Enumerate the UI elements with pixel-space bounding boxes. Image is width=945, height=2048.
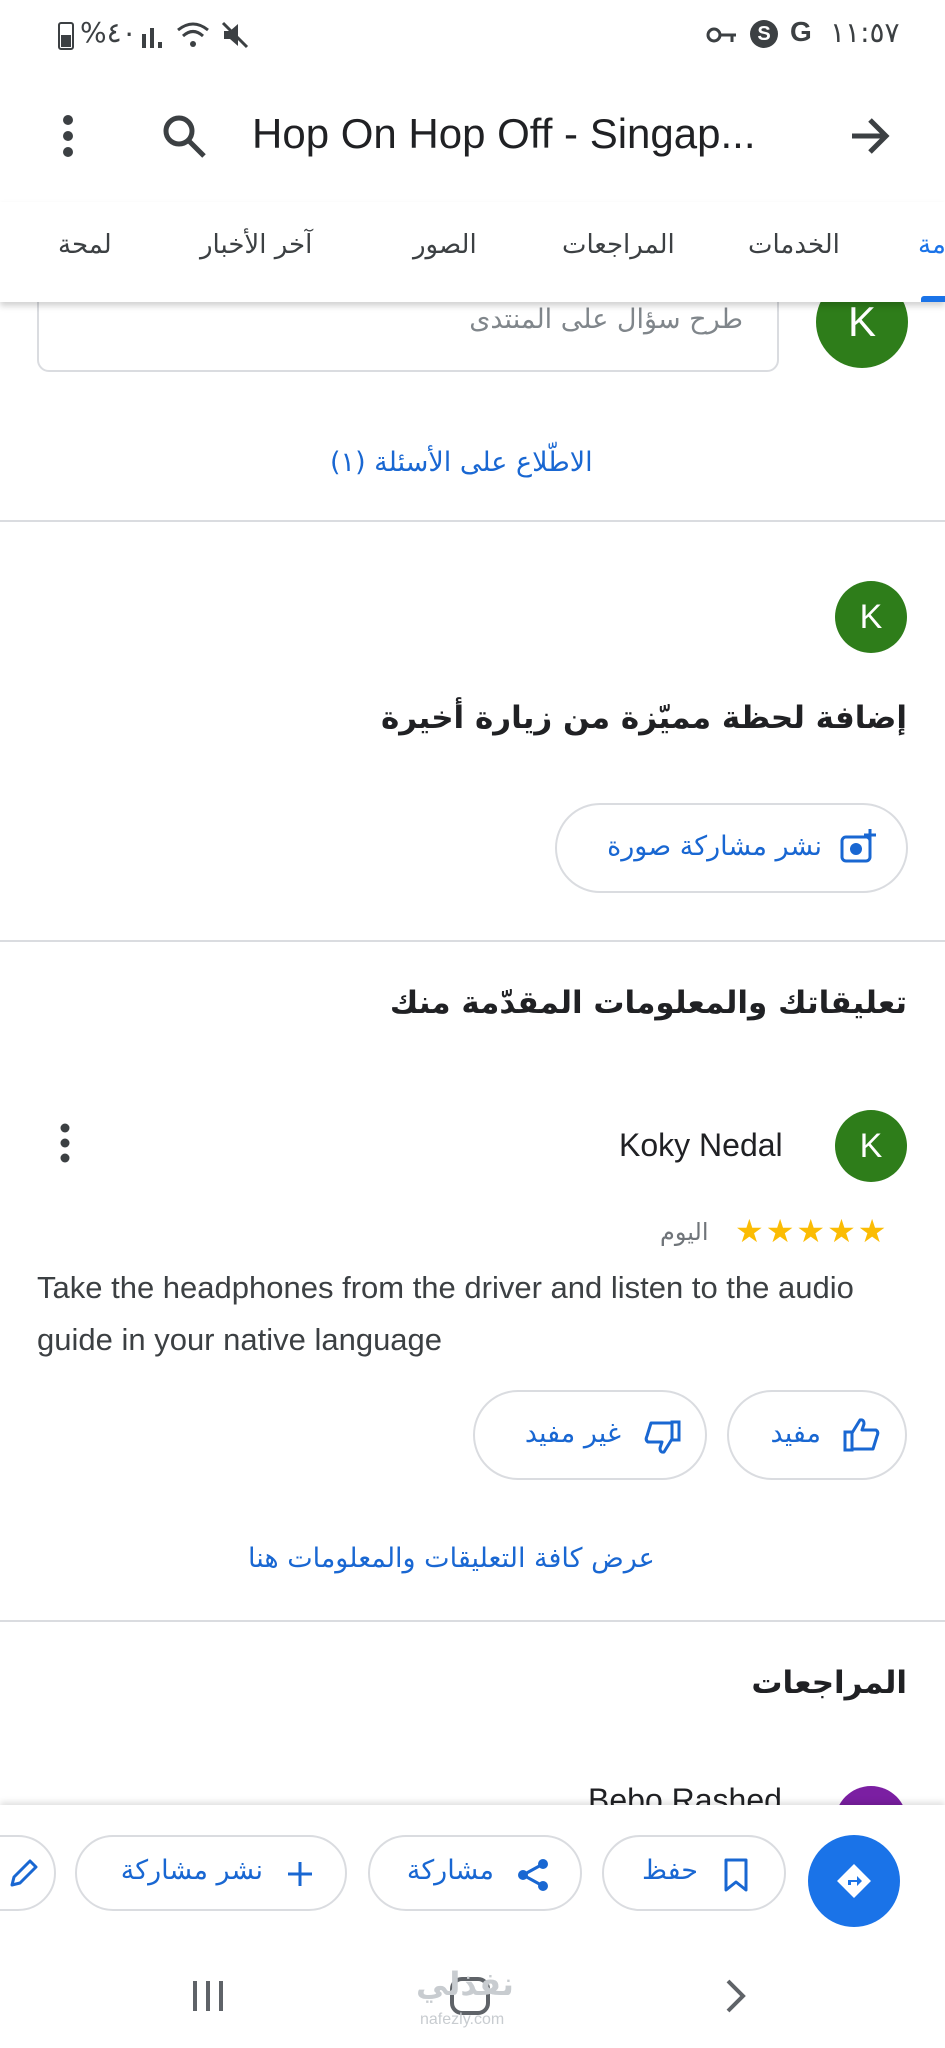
battery-icon [58, 22, 74, 50]
system-nav-bar: نفذلي nafezly.com [0, 1945, 945, 2048]
save-button[interactable]: حفظ [602, 1835, 786, 1911]
see-all-reviews-link[interactable]: عرض كافة التعليقات والمعلومات هنا [248, 1543, 655, 1574]
post-photo-button[interactable]: نشر مشاركة صورة [555, 803, 908, 893]
avatar-letter: K [859, 598, 883, 636]
add-moment-heading: إضافة لحظة مميّزة من زيارة أخيرة [380, 700, 907, 736]
watermark-domain: nafezly.com [420, 2011, 505, 2028]
avatar: K [835, 581, 907, 653]
mute-icon [220, 20, 250, 54]
review-menu-icon[interactable] [58, 1123, 72, 1167]
tab-about[interactable]: لمحة [58, 230, 112, 260]
star-rating: ★★★★★ [735, 1212, 889, 1250]
search-icon[interactable] [160, 112, 208, 164]
search-header: Hop On Hop Off - Singap... [0, 72, 945, 202]
share-icon [516, 1857, 550, 1897]
page-title[interactable]: Hop On Hop Off - Singap... [252, 110, 756, 158]
share-label: مشاركة [406, 1855, 494, 1886]
ask-question-placeholder: طرح سؤال على المنتدى [469, 304, 743, 335]
helpful-label: مفيد [770, 1418, 821, 1449]
signal-icon [140, 20, 168, 50]
review-date: اليوم [660, 1218, 709, 1246]
watermark-logo: نفذلي [416, 1965, 514, 2003]
place-tabs: مة الخدمات المراجعات الصور آخر الأخبار ل… [0, 202, 945, 302]
avatar-letter: K [847, 298, 876, 345]
add-post-label: نشر مشاركة [120, 1855, 263, 1886]
divider [0, 1620, 945, 1622]
directions-button[interactable] [808, 1835, 900, 1927]
review-author[interactable]: Koky Nedal [619, 1127, 783, 1164]
battery-percent: %٤٠ [80, 16, 137, 49]
divider [0, 520, 945, 522]
tab-overview[interactable]: مة [918, 230, 945, 260]
avatar[interactable]: K [835, 1110, 907, 1182]
tab-services[interactable]: الخدمات [748, 230, 840, 260]
your-reviews-heading: تعليقاتك والمعلومات المقدّمة منك [389, 985, 907, 1021]
recent-apps-icon[interactable] [190, 1979, 226, 2017]
add-photo-icon [840, 829, 876, 869]
directions-icon [834, 1861, 874, 1905]
arrow-right-icon[interactable] [848, 114, 892, 162]
divider [0, 940, 945, 942]
avatar-letter: K [859, 1127, 883, 1165]
plus-icon [285, 1859, 315, 1893]
tab-updates[interactable]: آخر الأخبار [200, 230, 312, 260]
google-status-icon: G [790, 16, 812, 47]
share-button[interactable]: مشاركة [368, 1835, 582, 1911]
reviews-heading: المراجعات [751, 1665, 907, 1701]
pencil-icon [8, 1857, 38, 1895]
edit-button[interactable] [0, 1835, 56, 1911]
bottom-action-bar: حفظ مشاركة نشر مشاركة [0, 1805, 945, 1945]
thumbs-down-icon [643, 1418, 681, 1460]
save-label: حفظ [642, 1855, 698, 1886]
helpful-button[interactable]: مفيد [727, 1390, 907, 1480]
tab-indicator [921, 296, 945, 302]
not-helpful-button[interactable]: غير مفيد [473, 1390, 707, 1480]
clock: ١١:٥٧ [830, 16, 900, 49]
add-post-button[interactable]: نشر مشاركة [75, 1835, 347, 1911]
tab-photos[interactable]: الصور [413, 230, 477, 260]
status-bar: %٤٠ S G ١١:٥٧ [0, 0, 945, 72]
back-chevron-icon[interactable] [724, 1977, 748, 2019]
not-helpful-label: غير مفيد [524, 1418, 621, 1449]
bookmark-icon [722, 1857, 750, 1897]
see-questions-link[interactable]: الاطّلاع على الأسئلة (١) [330, 447, 593, 478]
thumbs-up-icon [843, 1416, 881, 1458]
s-app-icon: S [750, 20, 778, 48]
post-photo-label: نشر مشاركة صورة [607, 831, 822, 862]
wifi-icon [176, 20, 210, 54]
more-vert-icon[interactable] [60, 114, 76, 162]
tab-reviews[interactable]: المراجعات [562, 230, 675, 260]
key-icon [706, 24, 738, 50]
review-text: Take the headphones from the driver and … [37, 1270, 854, 1357]
